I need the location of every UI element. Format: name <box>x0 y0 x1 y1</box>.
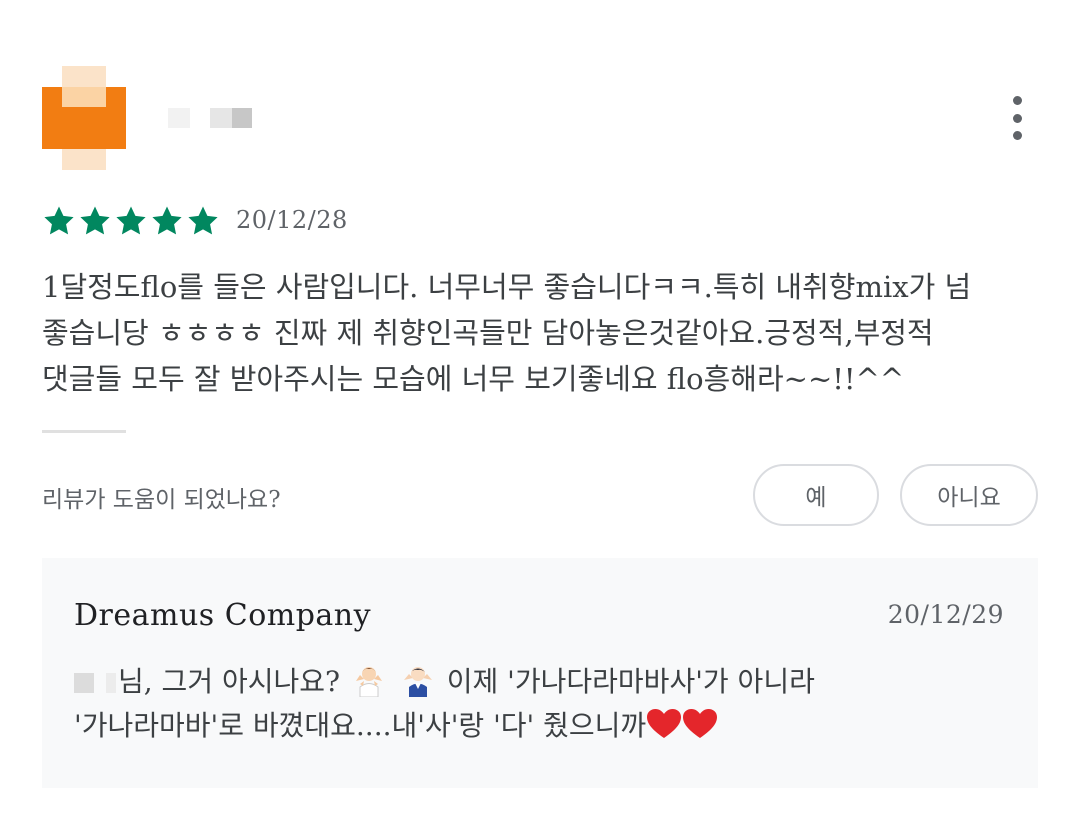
review-line: 댓글들 모두 잘 받아주시는 모습에 너무 보기좋네요 flo흥해라~~!!^^ <box>42 362 905 396</box>
reply-line-2: '가나라마바'로 바꼈대요....내'사'랑 '다' 줬으니까 <box>74 704 1014 748</box>
review-card: 20/12/28 1달정도flo를 들은 사람입니다. 너무너무 좋습니다ㅋㅋ.… <box>0 0 1066 840</box>
helpful-no-button[interactable]: 아니요 <box>900 464 1038 526</box>
reviewer-name-blurred <box>168 108 190 128</box>
menu-dot <box>1012 96 1022 105</box>
more-vert-icon[interactable] <box>1004 96 1030 140</box>
review-date: 20/12/28 <box>236 206 348 234</box>
reviewer-name-blurred <box>232 108 252 128</box>
star-icon <box>44 206 74 235</box>
developer-reply: Dreamus Company 20/12/29 님, 그거 아시나요? 이제 … <box>42 558 1038 788</box>
reviewer-name-blurred <box>210 108 232 128</box>
avatar-blur-center <box>62 87 106 107</box>
menu-dot <box>1012 131 1022 140</box>
reply-text: 님, 그거 아시나요? 이제 '가나다라마바사'가 아니라 '가나라마바'로 바… <box>74 660 1014 748</box>
review-text: 1달정도flo를 들은 사람입니다. 너무너무 좋습니다ㅋㅋ.특히 내취향mix… <box>42 264 1032 402</box>
star-rating <box>42 204 220 238</box>
star-icon <box>188 206 218 235</box>
masked-name <box>106 673 116 693</box>
divider <box>42 430 126 433</box>
star-icon <box>152 206 182 235</box>
reply-part-3: '가나라마바'로 바꼈대요....내'사'랑 '다' 줬으니까 <box>74 709 647 742</box>
reply-line-1: 님, 그거 아시나요? 이제 '가나다라마바사'가 아니라 <box>74 660 1014 704</box>
red-heart-icon <box>647 709 682 738</box>
masked-name <box>74 673 94 693</box>
reply-part-2: 이제 '가나다라마바사'가 아니라 <box>446 665 815 698</box>
reply-author: Dreamus Company <box>74 598 372 633</box>
review-line: 1달정도flo를 들은 사람입니다. 너무너무 좋습니다ㅋㅋ.특히 내취향mix… <box>42 270 972 304</box>
helpful-yes-button[interactable]: 예 <box>753 464 879 526</box>
menu-dot <box>1012 113 1022 123</box>
star-icon <box>80 206 110 235</box>
man-shrugging-icon <box>403 667 432 697</box>
helpful-question: 리뷰가 도움이 되었나요? <box>42 487 281 513</box>
star-icon <box>116 206 146 235</box>
reply-date: 20/12/29 <box>887 600 1004 629</box>
reply-part-1: 님, 그거 아시나요? <box>118 665 341 698</box>
person-shrugging-icon <box>355 667 382 697</box>
red-heart-icon <box>683 709 718 738</box>
review-line: 좋습니당 ㅎㅎㅎㅎ 진짜 제 취향인곡들만 담아놓은것같아요.긍정적,부정적 <box>42 316 934 350</box>
avatar <box>42 66 126 170</box>
